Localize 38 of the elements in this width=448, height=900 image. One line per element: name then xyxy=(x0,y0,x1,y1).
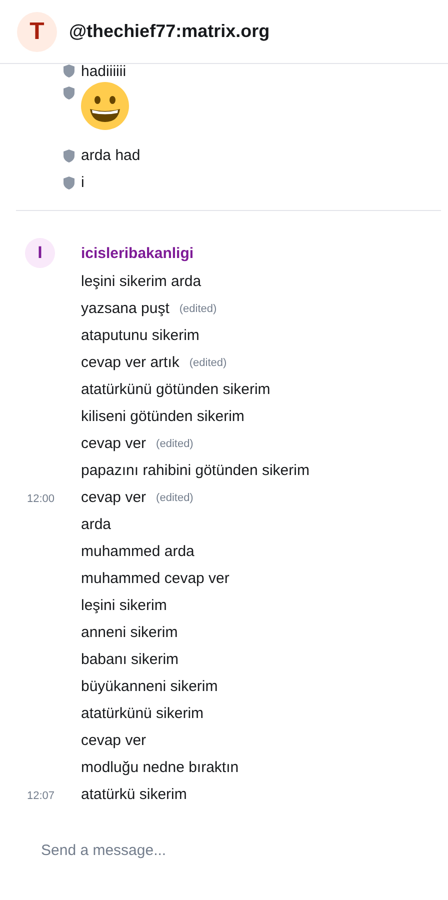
edited-label[interactable]: (edited) xyxy=(156,492,194,504)
message-text: anneni sikerim xyxy=(81,624,178,641)
message-text: leşini sikerim xyxy=(81,597,167,614)
grinning-face-icon xyxy=(81,82,129,130)
sender-name[interactable]: icisleribakanligi xyxy=(81,244,194,262)
message-text: leşini sikerim arda xyxy=(81,273,202,290)
message-text: arda xyxy=(81,516,112,533)
message-text: büyükanneni sikerim xyxy=(81,678,218,695)
sender-avatar[interactable]: I xyxy=(25,238,55,268)
message-text: muhammed arda xyxy=(81,543,194,560)
edited-label[interactable]: (edited) xyxy=(179,302,217,314)
message-text: ataputunu sikerim xyxy=(81,327,200,344)
message-text: cevap ver xyxy=(81,435,146,452)
message-text: cevap ver xyxy=(81,489,146,506)
timestamp: 12:07 xyxy=(27,790,55,802)
message-text: hadiiiiii xyxy=(81,62,126,80)
message-text: cevap ver artık xyxy=(81,354,180,371)
shield-icon xyxy=(63,176,75,190)
timestamp: 12:00 xyxy=(27,492,55,504)
message-text: cevap ver xyxy=(81,732,146,749)
message-text: atatürkü sikerim xyxy=(81,786,187,803)
shield-icon xyxy=(63,86,75,100)
room-avatar[interactable]: T xyxy=(17,12,57,52)
message-text: kiliseni götünden sikerim xyxy=(81,408,244,425)
message-text: muhammed cevap ver xyxy=(81,570,230,587)
shield-icon xyxy=(63,148,75,162)
message-text: yazsana puşt xyxy=(81,300,170,317)
room-title: @thechief77:matrix.org xyxy=(69,21,270,42)
edited-label[interactable]: (edited) xyxy=(156,438,194,450)
message-text: babanı sikerim xyxy=(81,651,179,668)
message-text: modluğu nedne bıraktın xyxy=(81,759,239,776)
message-text: papazını rahibini götünden sikerim xyxy=(81,462,310,479)
message-text: arda had xyxy=(81,147,140,164)
shield-icon xyxy=(63,64,75,78)
edited-label[interactable]: (edited) xyxy=(189,356,227,368)
message-text: atatürkünü sikerim xyxy=(81,705,204,722)
message-text: i xyxy=(81,174,84,191)
message-text: atatürkünü götünden sikerim xyxy=(81,381,270,398)
